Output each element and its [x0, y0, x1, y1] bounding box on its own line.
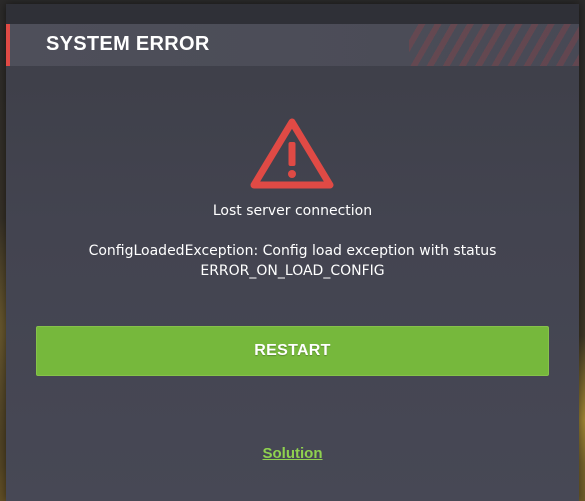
warning-triangle-icon: [250, 118, 334, 189]
error-message: Lost server connection: [212, 203, 373, 219]
system-error-dialog: SYSTEM ERROR Lost server connection Conf…: [6, 4, 579, 501]
restart-button[interactable]: RESTART: [36, 326, 549, 376]
error-detail-line-1: ConfigLoadedException: Config load excep…: [88, 243, 497, 259]
dialog-top-strip: [6, 4, 579, 24]
dialog-title: SYSTEM ERROR: [46, 33, 210, 55]
title-accent-bar: [6, 24, 10, 66]
solution-link[interactable]: Solution: [263, 445, 323, 462]
error-detail: ConfigLoadedException: Config load excep…: [6, 241, 579, 281]
dialog-title-bar: SYSTEM ERROR: [6, 24, 579, 66]
solution-link-container: Solution: [6, 443, 579, 462]
error-detail-line-2: ERROR_ON_LOAD_CONFIG: [200, 263, 385, 279]
